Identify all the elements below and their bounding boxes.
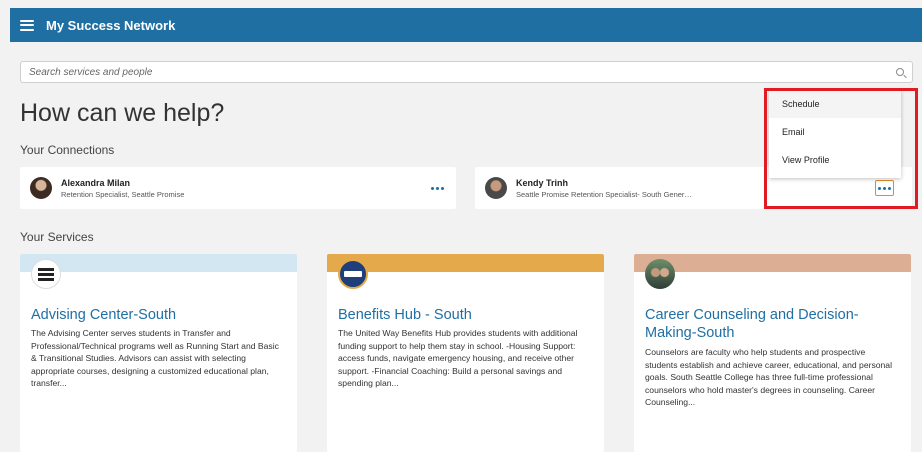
connection-options-menu: Schedule Email View Profile (769, 90, 901, 178)
search-input[interactable] (29, 66, 896, 78)
search-icon[interactable] (896, 68, 904, 76)
service-title[interactable]: Advising Center-South (31, 306, 285, 324)
more-options-button[interactable] (428, 181, 446, 195)
service-logo (645, 259, 675, 289)
connection-name: Alexandra Milan (61, 177, 131, 188)
menu-item-schedule[interactable]: Schedule (769, 90, 901, 118)
service-description: The United Way Benefits Hub provides stu… (338, 328, 578, 388)
service-title[interactable]: Career Counseling and Decision-Making-So… (645, 306, 899, 342)
connection-name: Kendy Trinh (516, 177, 569, 188)
page-title: How can we help? (20, 99, 225, 127)
connection-role: Seattle Promise Retention Specialist- So… (516, 189, 696, 199)
service-card[interactable]: Benefits Hub - South The United Way Bene… (327, 254, 604, 452)
search-bar (20, 61, 913, 83)
service-logo (338, 259, 368, 289)
connection-role: Retention Specialist, Seattle Promise (61, 189, 185, 199)
app-header: My Success Network (10, 8, 922, 42)
service-card[interactable]: Career Counseling and Decision-Making-So… (634, 254, 911, 452)
menu-item-email[interactable]: Email (769, 118, 901, 146)
service-card-band (20, 254, 297, 272)
avatar (30, 177, 52, 199)
service-logo (31, 259, 61, 289)
connection-card[interactable]: Alexandra Milan Retention Specialist, Se… (20, 167, 456, 209)
menu-item-view-profile[interactable]: View Profile (769, 146, 901, 174)
service-card-band (634, 254, 911, 272)
service-description: Counselors are faculty who help students… (645, 347, 892, 407)
connections-heading: Your Connections (20, 143, 115, 157)
more-options-button[interactable] (875, 180, 894, 196)
hamburger-menu-icon[interactable] (20, 19, 34, 31)
services-heading: Your Services (20, 230, 94, 244)
service-description: The Advising Center serves students in T… (31, 328, 279, 388)
avatar (485, 177, 507, 199)
service-card-band (327, 254, 604, 272)
app-title: My Success Network (46, 17, 176, 33)
service-card[interactable]: Advising Center-South The Advising Cente… (20, 254, 297, 452)
service-title[interactable]: Benefits Hub - South (338, 306, 592, 324)
